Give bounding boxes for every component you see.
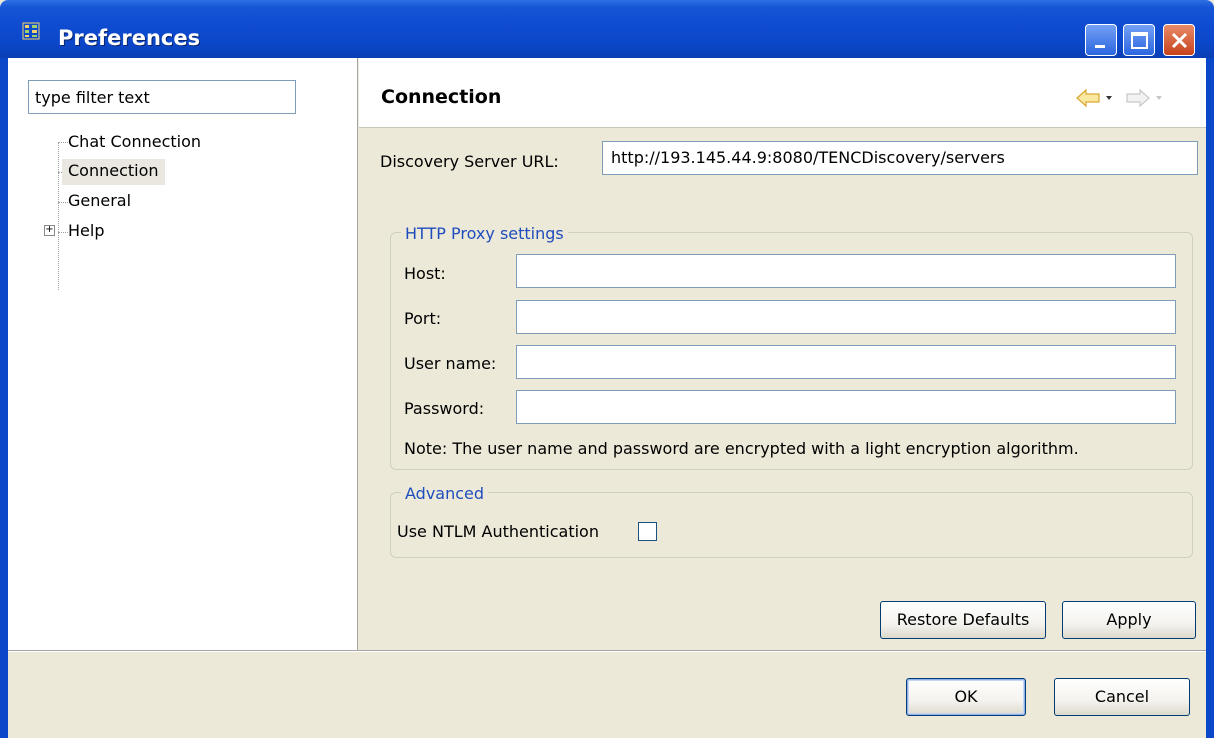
ntlm-checkbox[interactable]	[638, 522, 657, 541]
host-field[interactable]	[516, 254, 1176, 288]
tree-connector	[58, 142, 59, 290]
tree-item-help[interactable]: Help	[62, 219, 110, 245]
page-navigation	[1075, 86, 1195, 110]
cancel-button[interactable]: Cancel	[1054, 678, 1190, 716]
dialog-button-bar: OK Cancel	[8, 652, 1206, 738]
window-frame-left	[0, 58, 8, 738]
expand-help-toggle[interactable]: +	[44, 225, 55, 236]
tree-item-general[interactable]: General	[62, 189, 137, 215]
minimize-button[interactable]	[1085, 24, 1117, 56]
ok-button[interactable]: OK	[906, 678, 1026, 716]
username-label: User name:	[404, 354, 497, 373]
window-frame-right	[1206, 58, 1214, 738]
title-bar[interactable]: Preferences	[0, 0, 1214, 58]
host-label: Host:	[404, 264, 446, 283]
close-button[interactable]	[1163, 24, 1195, 56]
port-field[interactable]	[516, 300, 1176, 334]
discovery-url-field[interactable]: http://193.145.44.9:8080/TENCDiscovery/s…	[602, 141, 1198, 175]
apply-button[interactable]: Apply	[1062, 601, 1196, 639]
advanced-legend: Advanced	[401, 484, 489, 503]
back-arrow-icon[interactable]	[1076, 88, 1100, 108]
maximize-icon	[1131, 32, 1148, 49]
back-menu-chevron-icon[interactable]	[1106, 96, 1112, 100]
filter-input[interactable]	[28, 80, 296, 114]
password-label: Password:	[404, 399, 485, 418]
tree-item-connection[interactable]: Connection	[62, 159, 165, 185]
preference-page: Connection Discovery Server URL: http://…	[359, 58, 1206, 650]
discovery-url-label: Discovery Server URL:	[380, 152, 559, 171]
maximize-button[interactable]	[1123, 24, 1155, 56]
forward-menu-chevron-icon[interactable]	[1156, 96, 1162, 100]
minimize-icon	[1095, 45, 1105, 48]
port-label: Port:	[404, 309, 442, 328]
password-field[interactable]	[516, 390, 1176, 424]
page-title: Connection	[381, 86, 502, 108]
http-proxy-legend: HTTP Proxy settings	[401, 224, 568, 243]
preference-tree-pane: Chat Connection Connection General + Hel…	[8, 58, 358, 650]
forward-arrow-icon[interactable]	[1126, 88, 1150, 108]
close-icon	[1171, 32, 1188, 49]
preferences-app-icon	[22, 22, 40, 40]
username-field[interactable]	[516, 345, 1176, 379]
page-header: Connection	[359, 58, 1206, 128]
restore-defaults-button[interactable]: Restore Defaults	[880, 601, 1046, 639]
ntlm-label: Use NTLM Authentication	[397, 522, 599, 541]
encryption-note: Note: The user name and password are enc…	[404, 439, 1079, 458]
tree-item-chat-connection[interactable]: Chat Connection	[62, 130, 207, 156]
window-title: Preferences	[58, 26, 201, 50]
